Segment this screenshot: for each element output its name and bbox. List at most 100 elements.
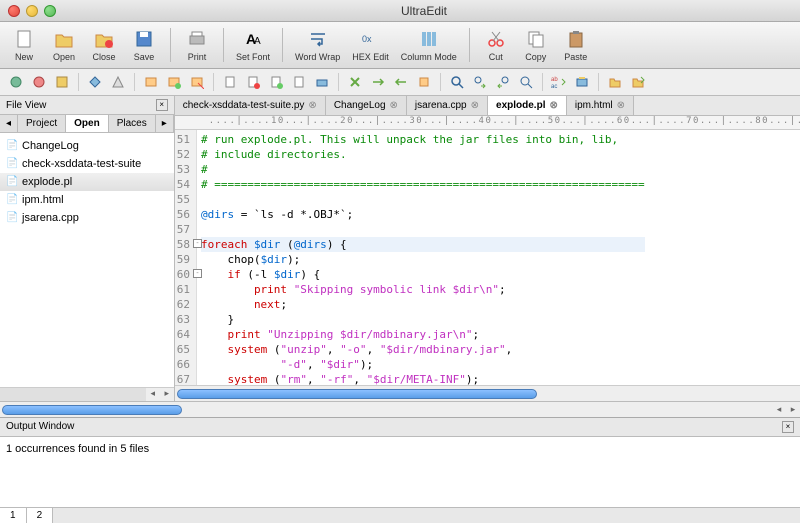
output-panel: Output Window × 1 occurrences found in 5… [0, 417, 800, 523]
toolbar-label: Word Wrap [295, 52, 340, 62]
close-output-button[interactable]: × [782, 421, 794, 433]
close-panel-button[interactable]: × [156, 99, 168, 111]
save-button[interactable]: Save [126, 26, 162, 64]
tool-icon[interactable] [516, 72, 536, 92]
tool-icon[interactable] [289, 72, 309, 92]
folder-icon[interactable] [628, 72, 648, 92]
cut-icon [485, 28, 507, 50]
tab-close-icon[interactable]: ⊗ [549, 100, 557, 111]
cut-button[interactable]: Cut [478, 26, 514, 64]
editor-hscroll[interactable]: ◂▸ [175, 385, 800, 401]
fv-tab-right[interactable]: ▸ [156, 115, 174, 132]
toolbar-label: Cut [489, 52, 503, 62]
editor-tab[interactable]: ipm.html ⊗ [567, 96, 634, 115]
window-title: UltraEdit [56, 4, 792, 18]
replace-icon[interactable]: abac [549, 72, 569, 92]
file-view-hscroll[interactable]: ◂▸ [0, 387, 174, 401]
file-view-bottom-hscroll[interactable]: ◂▸ [0, 401, 800, 417]
editor-tab[interactable]: jsarena.cpp ⊗ [407, 96, 488, 115]
titlebar: UltraEdit [0, 0, 800, 22]
editor-tab[interactable]: ChangeLog⊗ [326, 96, 407, 115]
toolbar-label: New [15, 52, 33, 62]
tool-icon[interactable] [220, 72, 240, 92]
fold-toggle[interactable]: - [193, 269, 202, 278]
toolbar-label: HEX Edit [352, 52, 389, 62]
tab-close-icon[interactable]: ⊗ [390, 100, 398, 111]
copy-button[interactable]: Copy [518, 26, 554, 64]
close-icon [93, 28, 115, 50]
new-icon [13, 28, 35, 50]
window-controls [8, 5, 56, 17]
file-item[interactable]: jsarena.cpp [0, 209, 174, 227]
tool-icon[interactable] [6, 72, 26, 92]
tool-icon[interactable] [312, 72, 332, 92]
print-icon [186, 28, 208, 50]
tool-icon[interactable] [52, 72, 72, 92]
tool-icon[interactable] [187, 72, 207, 92]
zoom-window-button[interactable] [44, 5, 56, 17]
paste-button[interactable]: Paste [558, 26, 594, 64]
editor-tabs: check-xsddata-test-suite.py⊗ChangeLog⊗js… [175, 96, 800, 116]
tab-close-icon[interactable]: ⊗ [471, 100, 479, 111]
toolbar-label: Paste [564, 52, 587, 62]
tool-icon[interactable] [414, 72, 434, 92]
print-button[interactable]: Print [179, 26, 215, 64]
tab-label: ipm.html [575, 100, 613, 111]
fold-toggle[interactable]: - [193, 239, 202, 248]
tool-icon[interactable] [243, 72, 263, 92]
new-button[interactable]: New [6, 26, 42, 64]
editor-tab[interactable]: check-xsddata-test-suite.py⊗ [175, 96, 326, 115]
tool-icon[interactable] [345, 72, 365, 92]
code-editor[interactable]: 5152535455565758-5960-616263646566676869… [175, 130, 800, 385]
open-icon [53, 28, 75, 50]
file-list: ChangeLogcheck-xsddata-test-suiteexplode… [0, 133, 174, 387]
tool-icon[interactable] [368, 72, 388, 92]
wordwrap-button[interactable]: Word Wrap [291, 26, 344, 64]
svg-text:0x: 0x [362, 34, 372, 44]
close-window-button[interactable] [8, 5, 20, 17]
folder-icon[interactable] [605, 72, 625, 92]
setfont-button[interactable]: AASet Font [232, 26, 274, 64]
tool-icon[interactable] [391, 72, 411, 92]
paste-icon [565, 28, 587, 50]
output-tab[interactable]: 1 [0, 508, 27, 523]
tool-icon[interactable] [266, 72, 286, 92]
tool-icon[interactable] [85, 72, 105, 92]
tab-close-icon[interactable]: ⊗ [617, 100, 625, 111]
open-button[interactable]: Open [46, 26, 82, 64]
tool-icon[interactable] [29, 72, 49, 92]
output-tab[interactable]: 2 [27, 508, 54, 523]
tool-icon[interactable] [164, 72, 184, 92]
source-text[interactable]: # run explode.pl. This will unpack the j… [197, 130, 649, 385]
fv-tab-project[interactable]: Project [18, 115, 66, 132]
file-item[interactable]: ipm.html [0, 191, 174, 209]
close-button[interactable]: Close [86, 26, 122, 64]
fv-tab-open[interactable]: Open [66, 115, 109, 132]
file-view-panel: File View × ◂ProjectOpenPlaces▸ ChangeLo… [0, 96, 175, 401]
tab-label: jsarena.cpp [415, 100, 467, 111]
file-item[interactable]: ChangeLog [0, 137, 174, 155]
tool-icon[interactable] [108, 72, 128, 92]
editor-tab[interactable]: explode.pl ⊗ [488, 96, 567, 115]
setfont-icon: AA [242, 28, 264, 50]
tab-label: explode.pl [496, 100, 545, 111]
find-icon[interactable] [447, 72, 467, 92]
fv-tab-places[interactable]: Places [109, 115, 156, 132]
find-next-icon[interactable] [470, 72, 490, 92]
line-gutter: 5152535455565758-5960-616263646566676869… [175, 130, 197, 385]
ruler: ....|....10...|....20...|....30...|....4… [175, 116, 800, 130]
file-item[interactable]: check-xsddata-test-suite [0, 155, 174, 173]
minimize-window-button[interactable] [26, 5, 38, 17]
tool-icon[interactable] [572, 72, 592, 92]
toolbar-label: Copy [525, 52, 546, 62]
tool-icon[interactable] [141, 72, 161, 92]
file-item[interactable]: explode.pl [0, 173, 174, 191]
file-view-tabs: ◂ProjectOpenPlaces▸ [0, 115, 174, 133]
svg-text:A: A [254, 36, 261, 47]
file-view-title: File View [6, 100, 46, 111]
fv-tab-left[interactable]: ◂ [0, 115, 18, 132]
find-prev-icon[interactable] [493, 72, 513, 92]
tab-close-icon[interactable]: ⊗ [308, 100, 316, 111]
hexedit-button[interactable]: 0x HEX Edit [348, 26, 393, 64]
colmode-button[interactable]: Column Mode [397, 26, 461, 64]
